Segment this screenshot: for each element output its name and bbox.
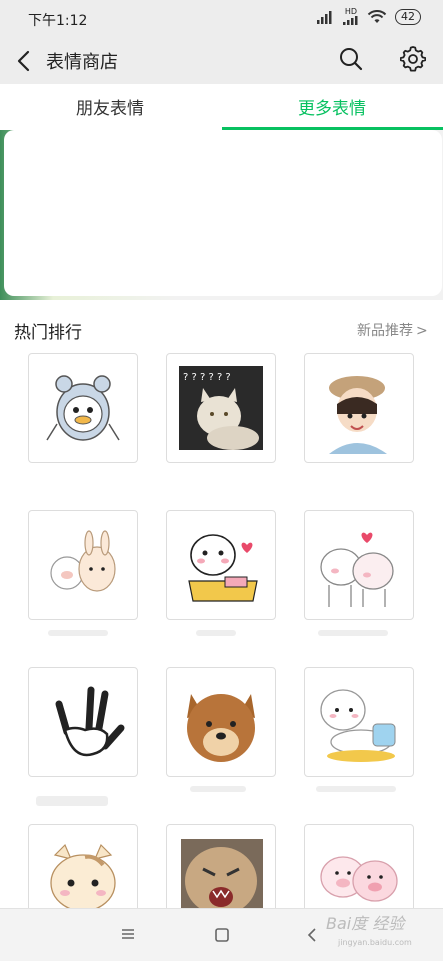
status-icons: HD 42 — [317, 8, 421, 25]
promo-banner[interactable] — [4, 130, 442, 296]
sticker-question-marks: ? ? ? ? ? ? — [183, 372, 231, 383]
sticker-card-girl[interactable] — [304, 353, 414, 463]
sticker-card-bears[interactable] — [304, 510, 414, 620]
section-title: 热门排行 — [14, 323, 82, 343]
sticker-caption-placeholder — [318, 630, 388, 636]
search-icon[interactable] — [338, 46, 364, 72]
confused-cat-sticker-icon: ? ? ? ? ? ? — [179, 366, 263, 450]
sticker-caption-placeholder — [36, 796, 108, 806]
chubby-cat-sticker-icon — [50, 843, 116, 910]
sticker-card-pink-pigs[interactable] — [304, 824, 414, 910]
new-releases-link[interactable]: 新品推荐 > — [357, 320, 428, 340]
gear-icon[interactable] — [400, 46, 426, 72]
status-bar: 下午1:12 HD 42 — [0, 0, 443, 38]
network-label: HD — [344, 7, 358, 16]
sticker-caption-placeholder — [190, 786, 246, 792]
blushing-bunny-sticker-icon — [188, 534, 258, 602]
sticker-card-chubby-cat[interactable] — [28, 824, 138, 910]
new-releases-label: 新品推荐 — [357, 323, 413, 339]
sticker-card-angry-cat[interactable] — [166, 824, 276, 910]
page-title: 表情商店 — [46, 52, 118, 73]
sticker-card-bunny[interactable] — [166, 510, 276, 620]
sticker-card-duck[interactable] — [28, 353, 138, 463]
shiba-dog-sticker-icon — [187, 694, 255, 762]
sticker-card-pig[interactable] — [28, 510, 138, 620]
sticker-caption-placeholder — [316, 786, 396, 792]
lazy-bear-sticker-icon — [320, 689, 396, 762]
tab-more-stickers[interactable]: 更多表情 — [298, 94, 366, 119]
girl-beret-sticker-icon — [329, 376, 387, 454]
chevron-right-icon: > — [416, 323, 428, 339]
duck-hoodie-sticker-icon — [46, 375, 120, 441]
menu-icon[interactable] — [120, 927, 136, 941]
tab-friends-stickers[interactable]: 朋友表情 — [76, 94, 144, 119]
sticker-grid: ? ? ? ? ? ? — [0, 350, 443, 910]
sticker-caption-placeholder — [196, 630, 236, 636]
wifi-icon — [367, 9, 387, 23]
home-icon[interactable] — [214, 927, 230, 943]
rock-hand-sticker-icon — [55, 686, 125, 757]
app-header: 表情商店 — [0, 38, 443, 84]
battery-indicator: 42 — [395, 8, 421, 25]
nav-back-icon[interactable] — [306, 926, 318, 944]
hugging-bears-sticker-icon — [320, 532, 394, 607]
tab-bar: 朋友表情 更多表情 — [0, 84, 443, 130]
sticker-card-lazy-bear[interactable] — [304, 667, 414, 777]
sticker-caption-placeholder — [48, 630, 108, 636]
watermark-logo: Bai度 经验 — [326, 914, 405, 933]
sticker-card-hand[interactable] — [28, 667, 138, 777]
signal-icon — [317, 10, 332, 24]
pig-bunny-sticker-icon — [50, 530, 116, 592]
hd-signal-icon: HD — [343, 8, 359, 25]
status-time: 下午1:12 — [28, 13, 88, 29]
angry-cat-sticker-icon — [181, 839, 263, 910]
sticker-card-cat[interactable]: ? ? ? ? ? ? — [166, 353, 276, 463]
sticker-card-dog[interactable] — [166, 667, 276, 777]
watermark-url: jingyan.baidu.com — [338, 938, 412, 947]
back-arrow-icon[interactable] — [14, 48, 34, 74]
pink-pigs-sticker-icon — [320, 856, 398, 902]
